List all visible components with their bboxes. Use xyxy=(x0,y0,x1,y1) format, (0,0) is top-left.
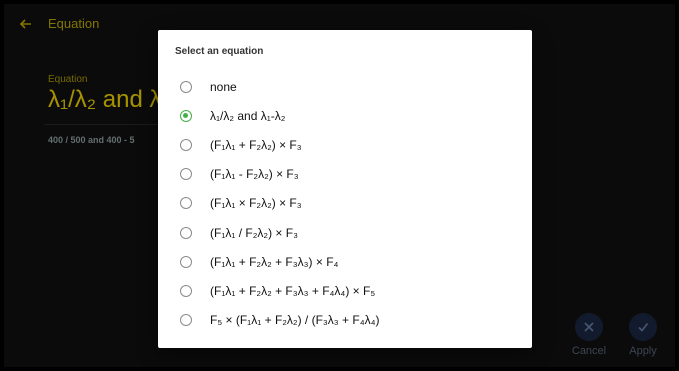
option-label: (F₁λ₁ + F₂λ₂ + F₃λ₃ + F₄λ₄) × F₅ xyxy=(210,283,376,298)
option-label: (F₁λ₁ × F₂λ₂) × F₃ xyxy=(210,196,302,211)
radio-button[interactable] xyxy=(180,138,192,151)
equation-options: none λ₁/λ₂ and λ₁-λ₂ (F₁λ₁ + F₂λ₂) × F₃ (F₁… xyxy=(158,72,532,335)
radio-button[interactable] xyxy=(180,80,192,93)
option-label: (F₁λ₁ + F₂λ₂) × F₃ xyxy=(210,137,302,152)
option-label: (F₁λ₁ - F₂λ₂) × F₃ xyxy=(210,167,299,182)
option-label: (F₁λ₁ / F₂λ₂) × F₃ xyxy=(210,225,298,240)
equation-option[interactable]: (F₁λ₁ / F₂λ₂) × F₃ xyxy=(158,218,532,247)
dialog-title: Select an equation xyxy=(175,46,264,57)
radio-button[interactable] xyxy=(180,255,192,268)
equation-option[interactable]: (F₁λ₁ - F₂λ₂) × F₃ xyxy=(158,160,532,189)
equation-dialog: Select an equation none λ₁/λ₂ and λ₁-λ₂ (F… xyxy=(158,30,532,348)
option-label: λ₁/λ₂ and λ₁-λ₂ xyxy=(210,108,286,123)
equation-option[interactable]: (F₁λ₁ + F₂λ₂ + F₃λ₃) × F₄ xyxy=(158,247,532,276)
radio-button[interactable] xyxy=(180,109,192,122)
equation-option[interactable]: (F₁λ₁ + F₂λ₂ + F₃λ₃ + F₄λ₄) × F₅ xyxy=(158,276,532,305)
option-label: (F₁λ₁ + F₂λ₂ + F₃λ₃) × F₄ xyxy=(210,254,339,269)
radio-button[interactable] xyxy=(180,226,192,239)
equation-option[interactable]: (F₁λ₁ + F₂λ₂) × F₃ xyxy=(158,130,532,159)
radio-button[interactable] xyxy=(180,314,192,327)
radio-button[interactable] xyxy=(180,284,192,297)
radio-button[interactable] xyxy=(180,197,192,210)
equation-option[interactable]: (F₁λ₁ × F₂λ₂) × F₃ xyxy=(158,189,532,218)
option-label: none xyxy=(210,79,237,94)
equation-option[interactable]: none xyxy=(158,72,532,101)
radio-button[interactable] xyxy=(180,168,192,181)
option-label: F₅ × (F₁λ₁ + F₂λ₂) / (F₃λ₃ + F₄λ₄) xyxy=(210,313,380,328)
equation-option[interactable]: F₅ × (F₁λ₁ + F₂λ₂) / (F₃λ₃ + F₄λ₄) xyxy=(158,306,532,335)
equation-option[interactable]: λ₁/λ₂ and λ₁-λ₂ xyxy=(158,101,532,130)
